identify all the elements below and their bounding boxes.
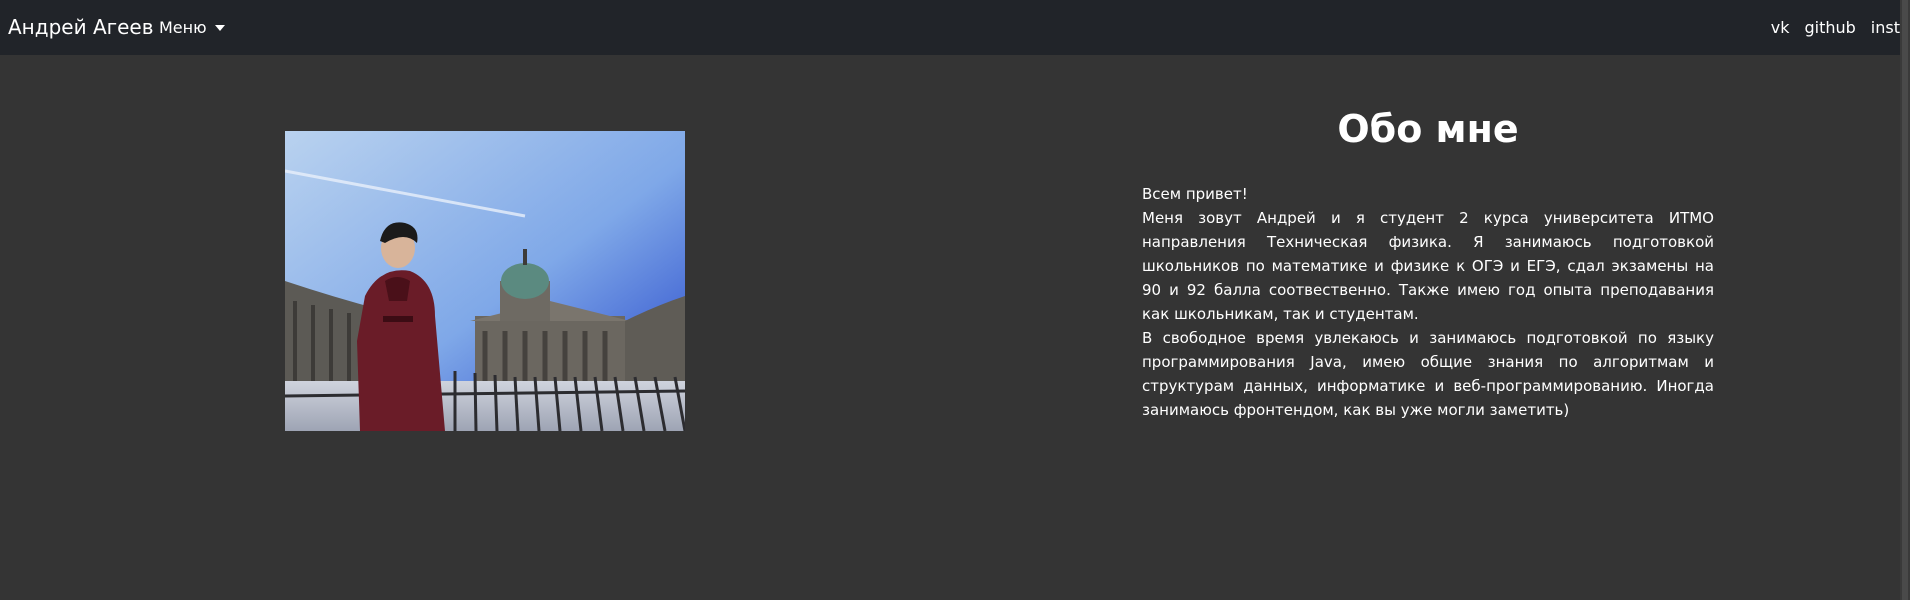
page-title: Обо мне bbox=[1337, 107, 1519, 151]
scrollbar[interactable] bbox=[1900, 0, 1910, 600]
profile-photo bbox=[285, 131, 685, 431]
menu-dropdown-toggle[interactable]: Меню bbox=[159, 18, 225, 37]
menu-label: Меню bbox=[159, 18, 207, 37]
inst-link[interactable]: inst bbox=[1871, 18, 1900, 37]
github-link[interactable]: github bbox=[1804, 18, 1855, 37]
about-text: Всем привет! Меня зовут Андрей и я студе… bbox=[1142, 182, 1714, 422]
vk-link[interactable]: vk bbox=[1771, 18, 1790, 37]
scrollbar-thumb[interactable] bbox=[1902, 0, 1908, 600]
social-links: vk github inst bbox=[1756, 18, 1900, 37]
about-paragraph: Меня зовут Андрей и я студент 2 курса ун… bbox=[1142, 209, 1714, 323]
navbar: Андрей Агеев Меню vk github inst bbox=[0, 0, 1900, 55]
brand-link[interactable]: Андрей Агеев bbox=[8, 15, 154, 39]
about-paragraph: Всем привет! bbox=[1142, 185, 1248, 203]
about-paragraph: В свободное время увлекаюсь и занимаюсь … bbox=[1142, 329, 1714, 419]
chevron-down-icon bbox=[214, 24, 225, 31]
